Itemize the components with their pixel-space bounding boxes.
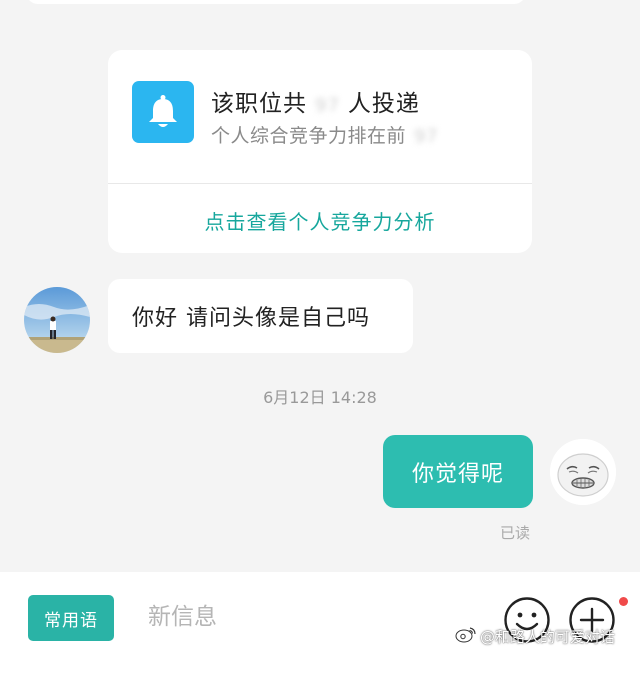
incoming-message-bubble[interactable]: 你好 请问头像是自己吗 <box>108 279 413 353</box>
read-receipt: 已读 <box>500 524 531 542</box>
notification-dot <box>619 597 628 606</box>
message-input[interactable] <box>148 598 478 636</box>
common-phrases-button[interactable]: 常用语 <box>28 595 114 641</box>
recruiter-avatar[interactable] <box>24 287 90 353</box>
blurred-applicant-count: 97 <box>315 95 340 116</box>
competitiveness-analysis-link[interactable]: 点击查看个人竞争力分析 <box>108 206 532 235</box>
incoming-message-text: 你好 请问头像是自己吗 <box>132 306 370 331</box>
application-notification-card: 该职位共 97 人投递 个人综合竞争力排在前 97 点击查看个人竞争力分析 <box>108 50 532 253</box>
watermark-text: @和路人的可爱对话 <box>480 627 616 646</box>
bell-icon <box>132 81 194 143</box>
previous-message-bubble <box>26 0 526 4</box>
card-divider <box>108 183 532 184</box>
weibo-watermark: @和路人的可爱对话 <box>455 625 615 647</box>
message-timestamp: 6月12日 14:28 <box>263 388 377 407</box>
notification-subtitle: 个人综合竞争力排在前 97 <box>211 125 438 147</box>
user-avatar[interactable] <box>550 439 616 505</box>
outgoing-message-text: 你觉得呢 <box>411 461 504 487</box>
outgoing-message-bubble[interactable]: 你觉得呢 <box>383 435 533 508</box>
notification-title: 该职位共 97 人投递 <box>211 91 420 117</box>
weibo-icon <box>455 625 477 647</box>
blurred-rank-value: 97 <box>414 126 438 147</box>
common-phrases-label: 常用语 <box>44 610 98 631</box>
